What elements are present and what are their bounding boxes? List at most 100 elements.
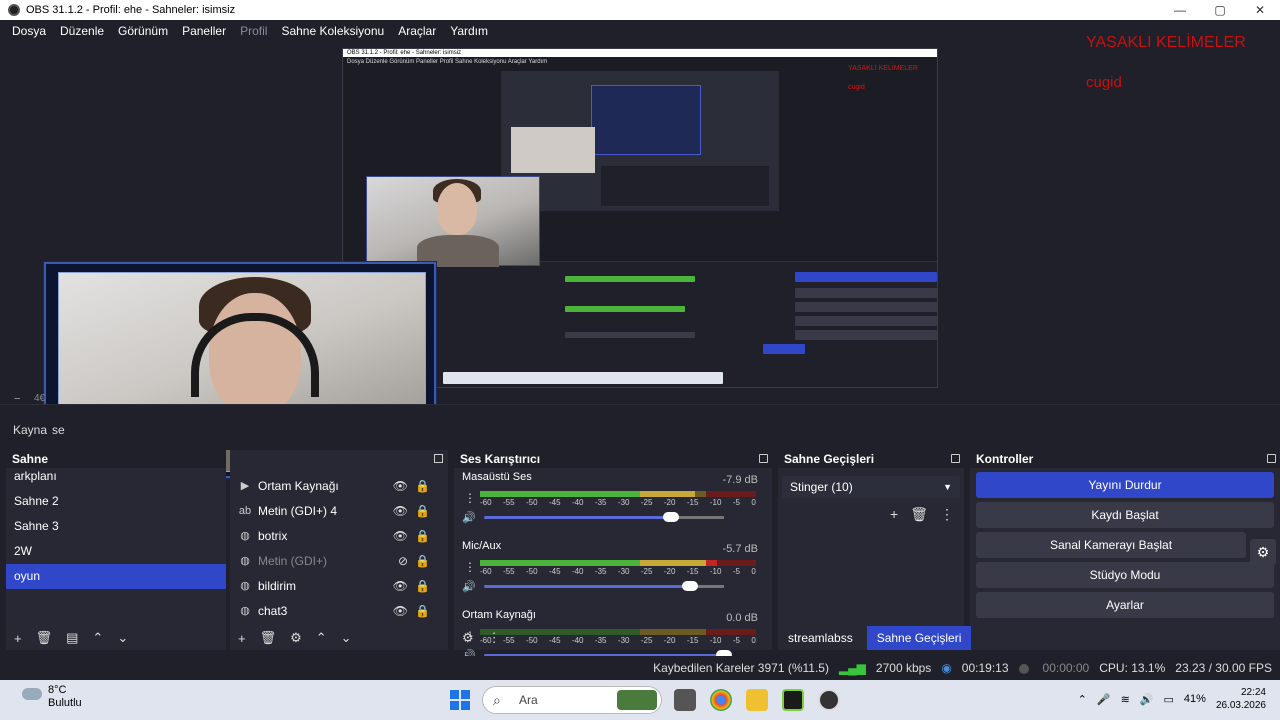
source-label: Ortam Kaynağı [258,478,339,493]
tab-streamlabss[interactable]: streamlabss [778,626,863,650]
move-up-icon[interactable]: ⌃ [316,630,327,646]
obs-taskbar-icon[interactable] [818,689,840,711]
start-recording-button[interactable]: Kaydı Başlat [976,502,1274,528]
settings-button[interactable]: Ayarlar [976,592,1274,618]
file-explorer-icon[interactable] [746,689,768,711]
eye-hidden-icon[interactable]: ⊘ [398,554,408,568]
source-item[interactable]: ◍ bildirim 👁 🔒 [230,573,448,598]
meter-tick-label: -55 [502,636,515,645]
source-item[interactable]: ◍ chat3 👁 🔒 [230,598,448,623]
filters-icon[interactable]: ▤ [66,630,78,646]
move-down-icon[interactable]: ⌄ [341,630,352,646]
record-icon [1018,661,1033,675]
menu-yardim[interactable]: Yardım [450,24,488,38]
search-highlight-icon [617,690,657,710]
audio-mixer-dock: Ses Karıştırıcı Masaüstü Ses -7.9 dB ⋮ -60 -… [454,450,772,662]
battery-percent: 41% [1183,693,1206,705]
eye-icon[interactable]: 👁 [393,504,408,518]
wifi-icon[interactable]: ≋ [1121,693,1130,706]
stream-time: 00:19:13 [961,661,1009,675]
remove-scene-icon[interactable]: 🗑 [36,630,53,646]
remove-source-icon[interactable]: 🗑 [260,630,277,646]
meter-tick-label: -25 [640,498,653,507]
channel-menu-icon[interactable]: ⋮ [464,491,476,505]
meter-tick-label: -25 [640,567,653,576]
move-up-icon[interactable]: ⌃ [92,630,103,646]
scene-item-selected[interactable]: oyun [6,564,226,589]
menu-sahne-koleksiyonu[interactable]: Sahne Koleksiyonu [281,24,384,38]
add-source-icon[interactable]: + [238,631,246,646]
app-icon[interactable] [782,689,804,711]
zoom-value: 4€ [34,393,46,404]
stop-streaming-button[interactable]: Yayını Durdur [976,472,1274,498]
menu-dosya[interactable]: Dosya [12,24,46,38]
close-button[interactable]: ✕ [1240,0,1280,20]
zoom-out-button[interactable]: − [14,393,20,405]
eye-icon[interactable]: 👁 [393,479,408,493]
volume-knob[interactable] [663,512,680,522]
chrome-icon[interactable] [710,689,732,711]
volume-slider[interactable] [484,512,724,522]
dock-tabs: streamlabss Sahne Geçişleri [778,626,972,650]
add-transition-icon[interactable]: + [890,506,898,523]
cloud-icon [22,688,42,700]
source-item[interactable]: ◍ botrix 👁 🔒 [230,523,448,548]
lock-icon[interactable]: 🔒 [415,529,430,543]
sources-float-icon[interactable] [434,454,443,463]
source-item-hidden[interactable]: ◍ Metin (GDI+) ⊘ 🔒 [230,548,448,573]
volume-slider[interactable] [484,581,724,591]
banned-word: cugid [1086,74,1122,91]
mixer-menu-icon[interactable]: ⋮ [488,630,501,646]
menu-duzenle[interactable]: Düzenle [60,24,104,38]
lock-icon[interactable]: 🔒 [415,479,430,493]
transition-select[interactable]: Stinger (10) ▼ [782,476,960,498]
minimize-button[interactable]: — [1160,0,1200,20]
eye-icon[interactable]: 👁 [393,529,408,543]
meter-tick-label: -15 [686,498,699,507]
scene-item[interactable]: Sahne 3 [6,514,226,539]
chevron-up-icon[interactable]: ⌃ [1078,693,1087,706]
advanced-audio-icon[interactable]: ⚙ [462,630,474,646]
float-icon[interactable] [759,454,768,463]
transition-buttons: + 🗑 ⋮ [778,506,964,523]
task-view-icon[interactable] [674,689,696,711]
battery-icon[interactable]: ▭ [1164,693,1174,706]
float-icon[interactable] [1267,454,1276,463]
weather-widget[interactable]: 8°C Bulutlu [22,684,82,710]
volume-icon[interactable]: 🔊 [462,580,476,593]
source-item[interactable]: ab Metin (GDI+) 4 👁 🔒 [230,498,448,523]
volume-knob[interactable] [682,581,699,591]
mic-icon[interactable]: 🎤 [1097,693,1111,706]
add-scene-icon[interactable]: + [14,631,22,646]
lock-icon[interactable]: 🔒 [415,554,430,568]
eye-icon[interactable]: 👁 [393,604,408,618]
studio-mode-button[interactable]: Stüdyo Modu [976,562,1274,588]
start-virtual-camera-button[interactable]: Sanal Kamerayı Başlat [976,532,1246,558]
lock-icon[interactable]: 🔒 [415,579,430,593]
float-icon[interactable] [951,454,960,463]
lock-icon[interactable]: 🔒 [415,504,430,518]
volume-icon[interactable]: 🔊 [1140,693,1154,706]
move-down-icon[interactable]: ⌄ [117,630,128,646]
menu-profil[interactable]: Profil [240,24,267,38]
menu-paneller[interactable]: Paneller [182,24,226,38]
clock[interactable]: 22:24 26.03.2026 [1216,686,1266,712]
tab-scene-transitions[interactable]: Sahne Geçişleri [866,626,972,650]
maximize-button[interactable]: ▢ [1200,0,1240,20]
windows-start-icon[interactable] [450,690,470,710]
scene-transitions-dock: Sahne Geçişleri Stinger (10) ▼ + 🗑 ⋮ [778,450,964,650]
channel-menu-icon[interactable]: ⋮ [464,560,476,574]
scene-item[interactable]: Sahne 2 [6,489,226,514]
remove-transition-icon[interactable]: 🗑 [910,506,928,523]
source-item[interactable]: ▶ Ortam Kaynağı 👁 🔒 [230,473,448,498]
taskbar-search[interactable]: ⌕ Ara [482,686,662,714]
eye-icon[interactable]: 👁 [393,579,408,593]
source-properties-icon[interactable]: ⚙ [290,630,302,646]
menu-araclar[interactable]: Araçlar [398,24,436,38]
transition-menu-icon[interactable]: ⋮ [940,506,954,523]
scene-item[interactable]: 2W [6,539,226,564]
lock-icon[interactable]: 🔒 [415,604,430,618]
virtual-camera-settings-icon[interactable]: ⚙ [1250,539,1276,565]
menu-gorunum[interactable]: Görünüm [118,24,168,38]
volume-icon[interactable]: 🔊 [462,511,476,524]
